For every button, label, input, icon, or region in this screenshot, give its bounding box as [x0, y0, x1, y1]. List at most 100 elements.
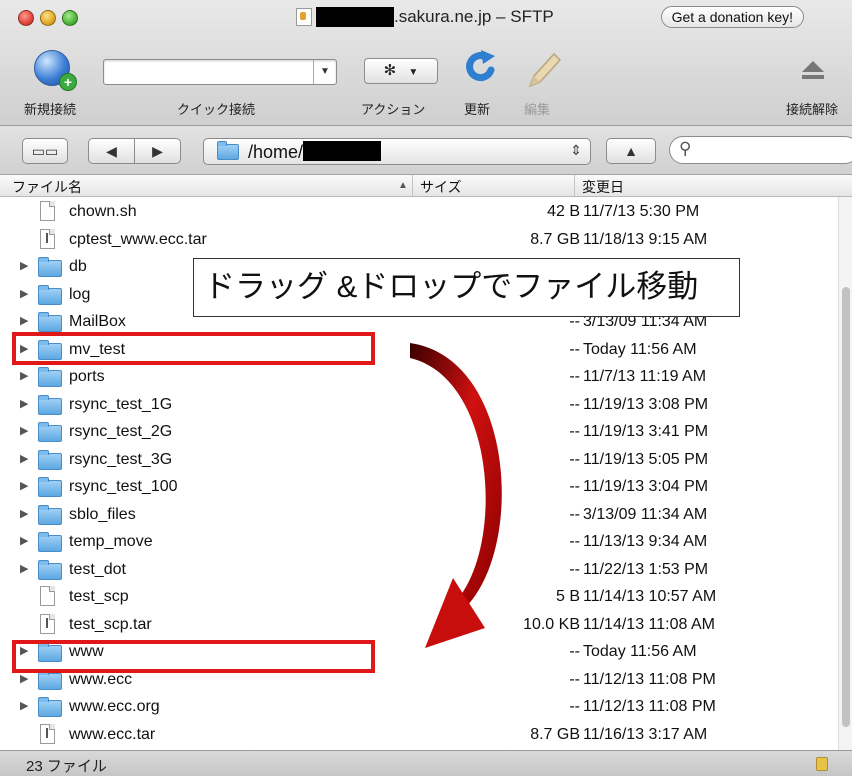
minimize-button[interactable] [40, 10, 56, 26]
scrollbar-thumb[interactable] [842, 287, 850, 727]
disclosure-triangle-icon[interactable]: ▶ [20, 672, 28, 685]
file-name[interactable]: www.ecc.org [69, 698, 160, 716]
parent-directory-button[interactable]: ▲ [606, 138, 656, 164]
file-name[interactable]: cptest_www.ecc.tar [69, 231, 207, 249]
eject-icon[interactable] [800, 58, 826, 82]
refresh-icon[interactable] [461, 48, 501, 88]
source-highlight-box [12, 332, 375, 365]
file-name[interactable]: ports [69, 368, 105, 386]
file-name[interactable]: www.ecc.tar [69, 726, 155, 744]
sort-ascending-icon: ▲ [398, 180, 408, 191]
file-date: 11/7/13 11:19 AM [583, 368, 707, 385]
quick-connect-combo[interactable]: ▼ [103, 59, 337, 85]
column-size[interactable]: サイズ [420, 177, 462, 197]
file-size: -- [569, 395, 580, 413]
disclosure-triangle-icon[interactable]: ▶ [20, 507, 28, 520]
file-name[interactable]: rsync_test_3G [69, 451, 172, 469]
file-size: -- [569, 340, 580, 358]
file-size: -- [569, 670, 580, 688]
file-name[interactable]: sblo_files [69, 506, 136, 524]
folder-icon [38, 559, 62, 580]
disclosure-triangle-icon[interactable]: ▶ [20, 562, 28, 575]
search-field[interactable]: ⚲ [669, 136, 852, 164]
file-name[interactable]: db [69, 258, 87, 276]
folder-icon [38, 257, 62, 277]
file-name[interactable]: temp_move [69, 533, 153, 551]
file-row[interactable]: chown.sh 42 B 11/7/13 5:30 PM [0, 199, 852, 227]
plus-icon: + [59, 73, 77, 91]
edit-label: 編集 [524, 102, 551, 117]
file-date: 11/14/13 10:57 AM [583, 588, 717, 605]
file-name[interactable]: rsync_test_100 [69, 478, 178, 496]
path-selector[interactable]: /home/ ⇕ [203, 138, 591, 165]
folder-icon [38, 422, 62, 442]
back-button[interactable]: ◀ [88, 138, 135, 164]
file-size: -- [569, 698, 580, 715]
column-name[interactable]: ファイル名 [12, 177, 82, 197]
forward-button[interactable]: ▶ [134, 138, 181, 164]
path-text: /home/ [248, 141, 382, 163]
disclosure-triangle-icon[interactable]: ▶ [20, 397, 28, 410]
folder-icon [38, 697, 62, 717]
file-date: Today 11:56 AM [583, 643, 697, 660]
file-name[interactable]: rsync_test_2G [69, 423, 172, 441]
file-icon [40, 586, 55, 606]
zoom-button[interactable] [62, 10, 78, 26]
donation-button[interactable]: Get a donation key! [660, 6, 804, 28]
file-name[interactable]: log [69, 286, 90, 304]
window-title: .sakura.ne.jp – SFTP [296, 6, 554, 28]
column-modified[interactable]: 変更日 [582, 177, 624, 197]
quick-connect-label: クイック接続 [177, 102, 256, 117]
file-name[interactable]: test_dot [69, 561, 126, 579]
disclosure-triangle-icon[interactable]: ▶ [20, 259, 28, 272]
new-connection-icon[interactable]: + [34, 50, 77, 91]
folder-icon [38, 504, 62, 525]
file-name[interactable]: chown.sh [69, 203, 137, 221]
disclosure-triangle-icon[interactable]: ▶ [20, 452, 28, 465]
folder-icon [38, 312, 62, 332]
file-name[interactable]: test_scp [69, 588, 129, 606]
disclosure-triangle-icon[interactable]: ▶ [20, 287, 28, 300]
file-date: 3/13/09 11:34 AM [583, 505, 708, 523]
disclosure-triangle-icon[interactable]: ▶ [20, 424, 28, 437]
folder-icon [38, 394, 62, 415]
file-date: 11/19/13 3:41 PM [583, 423, 709, 440]
file-date: 11/12/13 11:08 PM [583, 698, 716, 715]
disclosure-triangle-icon[interactable]: ▶ [20, 369, 28, 382]
file-name[interactable]: MailBox [69, 313, 126, 331]
title-toolbar: .sakura.ne.jp – SFTP Get a donation key!… [0, 0, 852, 126]
vertical-scrollbar[interactable] [838, 197, 852, 750]
file-row[interactable]: cptest_www.ecc.tar 8.7 GB 11/18/13 9:15 AM [0, 227, 852, 255]
file-date: 11/12/13 11:08 PM [583, 670, 716, 688]
file-count: 23 ファイル [26, 758, 107, 775]
redacted-username [303, 141, 382, 161]
file-size: -- [569, 560, 580, 578]
file-size: -- [569, 505, 580, 523]
file-date: 11/19/13 3:04 PM [583, 478, 709, 495]
bookmarks-button[interactable]: ▭▭ [22, 138, 68, 164]
disclosure-triangle-icon[interactable]: ▶ [20, 534, 28, 547]
disclosure-triangle-icon[interactable]: ▶ [20, 314, 28, 327]
disclosure-triangle-icon[interactable]: ▶ [20, 699, 28, 712]
folder-icon [38, 284, 62, 305]
file-name[interactable]: test_scp.tar [69, 616, 152, 634]
chevron-down-icon[interactable]: ▼ [313, 60, 336, 84]
file-row[interactable]: www.ecc.tar 8.7 GB 11/16/13 3:17 AM [0, 722, 852, 750]
column-divider[interactable] [574, 175, 575, 196]
folder-icon [38, 669, 62, 690]
refresh-label[interactable]: 更新 [464, 99, 490, 118]
new-connection-label[interactable]: 新規接続 [24, 99, 76, 118]
column-divider[interactable] [412, 175, 413, 196]
document-icon [296, 8, 312, 26]
file-size: 8.7 GB [530, 725, 580, 743]
disconnect-label[interactable]: 接続解除 [786, 99, 838, 118]
file-row[interactable]: ▶ www.ecc.org -- 11/12/13 11:08 PM [0, 694, 852, 722]
archive-file-icon [40, 613, 55, 634]
close-button[interactable] [18, 10, 34, 26]
file-size: 10.0 KB [523, 615, 580, 633]
navigation-bar: ▭▭ ◀ ▶ /home/ ⇕ ▲ ⚲ [0, 126, 852, 175]
action-menu-button[interactable]: ✻ ▼ [364, 58, 438, 84]
file-name[interactable]: rsync_test_1G [69, 396, 172, 414]
file-name[interactable]: www.ecc [69, 671, 132, 689]
disclosure-triangle-icon[interactable]: ▶ [20, 479, 28, 492]
